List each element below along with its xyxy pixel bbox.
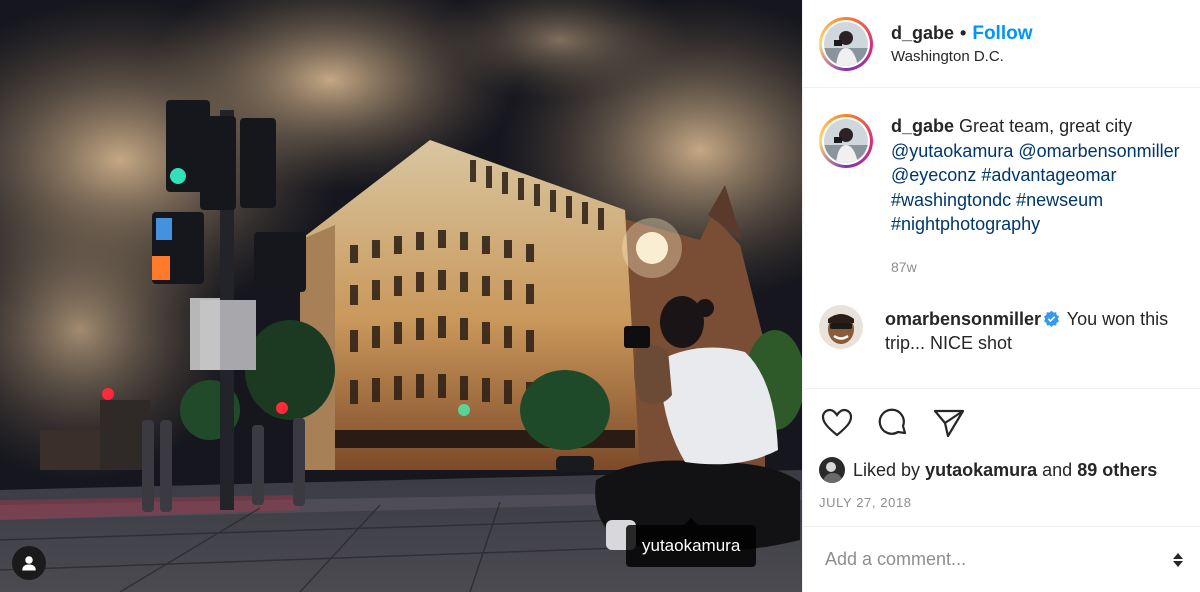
comment-button[interactable] — [875, 405, 911, 441]
user-tags-button[interactable] — [12, 546, 46, 580]
mention-link[interactable]: @eyeconz — [891, 165, 976, 185]
verified-badge-icon — [1044, 310, 1060, 327]
hashtag-link[interactable]: #washingtondc — [891, 190, 1011, 210]
likes-summary: Liked by yutaokamura and 89 others — [819, 457, 1185, 483]
caption-message: Great team, great city — [959, 116, 1133, 136]
poster-avatar-image — [824, 21, 868, 66]
post-header: d_gabe • Follow Washington D.C. — [803, 0, 1200, 88]
poster-username[interactable]: d_gabe — [891, 23, 954, 44]
arrow-down-icon — [1173, 560, 1183, 567]
comment-text: omarbensonmiller You won this trip... NI… — [885, 307, 1184, 356]
comment-item: omarbensonmiller You won this trip... NI… — [819, 304, 1184, 356]
post-date[interactable]: JULY 27, 2018 — [819, 495, 1185, 510]
caption-time-ago[interactable]: 87w — [891, 259, 1191, 275]
arrow-up-icon — [1173, 552, 1183, 559]
comment-input[interactable] — [825, 549, 1171, 570]
comments-list[interactable]: d_gabe Great team, great city @yutaokamu… — [803, 88, 1200, 388]
liker-avatar[interactable] — [819, 457, 845, 483]
share-button[interactable] — [931, 405, 967, 441]
mention-link[interactable]: @omarbensonmiller — [1018, 141, 1179, 161]
post-side-panel: d_gabe • Follow Washington D.C. d_gabe G… — [802, 0, 1200, 592]
commenter-avatar[interactable] — [819, 304, 863, 349]
separator-dot: • — [960, 23, 967, 43]
heart-icon — [821, 408, 853, 437]
caption-avatar-image — [824, 119, 868, 163]
tagged-user-chip[interactable]: yutaokamura — [626, 518, 757, 567]
user-icon — [22, 556, 36, 571]
liker-username[interactable]: yutaokamura — [925, 460, 1037, 481]
hashtag-link[interactable]: #advantageomar — [981, 165, 1116, 185]
likes-others-link[interactable]: 89 others — [1077, 460, 1157, 481]
caption-text: d_gabe Great team, great city @yutaokamu… — [891, 114, 1191, 237]
liked-by-connector: and — [1042, 459, 1073, 480]
action-bar — [819, 405, 1185, 441]
comment-icon — [878, 408, 907, 435]
mention-link[interactable]: @yutaokamura — [891, 141, 1013, 161]
post-actions: Liked by yutaokamura and 89 others JULY … — [803, 388, 1200, 526]
caption-avatar[interactable] — [819, 114, 873, 168]
caption-comment: d_gabe Great team, great city @yutaokamu… — [819, 114, 1184, 275]
caption-username[interactable]: d_gabe — [891, 116, 954, 136]
follow-button[interactable]: Follow — [972, 23, 1032, 45]
commenter-username[interactable]: omarbensonmiller — [885, 309, 1041, 329]
poster-avatar[interactable] — [819, 16, 873, 71]
night-street-photo — [0, 0, 802, 592]
hashtag-link[interactable]: #nightphotography — [891, 214, 1040, 234]
post-photo[interactable]: yutaokamura — [0, 0, 802, 592]
like-button[interactable] — [819, 405, 855, 441]
tagged-user-name: yutaokamura — [642, 536, 741, 555]
share-icon — [933, 409, 965, 438]
textarea-resize-arrows[interactable] — [1171, 552, 1185, 567]
liked-by-prefix: Liked by — [853, 459, 921, 480]
post-location[interactable]: Washington D.C. — [891, 48, 1033, 65]
add-comment-form — [803, 526, 1200, 592]
hashtag-link[interactable]: #newseum — [1016, 190, 1103, 210]
